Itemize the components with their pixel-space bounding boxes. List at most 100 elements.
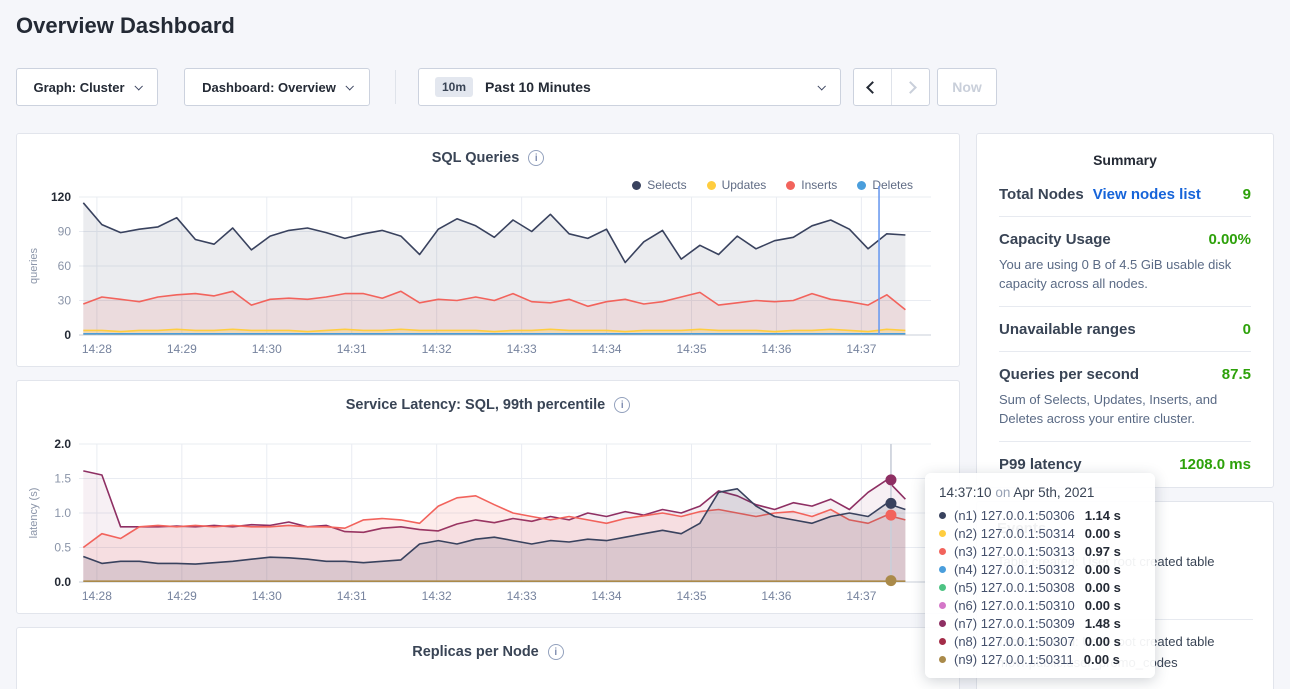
node-latency-value: 0.00 s (1085, 634, 1121, 649)
node-address: (n2) 127.0.0.1:50314 (954, 526, 1075, 541)
tooltip-node-row: (n5) 127.0.0.1:50308 0.00 s (939, 578, 1141, 596)
time-range-dropdown[interactable]: 10m Past 10 Minutes (418, 68, 841, 106)
time-range-badge: 10m (435, 77, 473, 97)
info-icon[interactable]: i (528, 150, 544, 166)
qps-label: Queries per second (999, 366, 1139, 383)
tooltip-conjunction: on (995, 485, 1010, 500)
svg-text:14:29: 14:29 (167, 342, 197, 356)
time-prev-button[interactable] (854, 69, 891, 105)
node-latency-value: 0.00 s (1085, 580, 1121, 595)
svg-text:30: 30 (58, 294, 72, 308)
svg-text:90: 90 (58, 225, 72, 239)
node-latency-value: 1.48 s (1085, 616, 1121, 631)
svg-text:latency (s): latency (s) (28, 488, 40, 539)
graph-scope-dropdown[interactable]: Graph: Cluster (16, 68, 158, 106)
view-nodes-list-link[interactable]: View nodes list (1093, 186, 1201, 203)
svg-text:14:31: 14:31 (337, 589, 367, 603)
tooltip-node-row: (n7) 127.0.0.1:50309 1.48 s (939, 614, 1141, 632)
chart-title: SQL Queries (432, 150, 520, 166)
time-step-buttons (853, 68, 930, 106)
svg-text:14:30: 14:30 (252, 342, 282, 356)
tooltip-date: Apr 5th, 2021 (1013, 485, 1094, 500)
chevron-left-icon (866, 81, 879, 94)
node-latency-value: 0.00 s (1085, 526, 1121, 541)
summary-total-nodes-section: Total Nodes View nodes list 9 (999, 172, 1251, 216)
graph-scope-label: Graph: Cluster (33, 80, 124, 95)
node-latency-value: 1.14 s (1085, 508, 1121, 523)
svg-text:0: 0 (64, 328, 71, 342)
node-address: (n3) 127.0.0.1:50313 (954, 544, 1075, 559)
svg-text:queries: queries (28, 247, 40, 284)
tooltip-time: 14:37:10 (939, 485, 992, 500)
capacity-usage-value: 0.00% (1208, 231, 1251, 248)
tooltip-node-row: (n6) 127.0.0.1:50310 0.00 s (939, 596, 1141, 614)
svg-text:120: 120 (51, 190, 71, 204)
svg-text:1.0: 1.0 (54, 506, 71, 520)
node-address: (n4) 127.0.0.1:50312 (954, 562, 1075, 577)
p99-latency-label: P99 latency (999, 456, 1082, 473)
svg-text:0.0: 0.0 (54, 575, 71, 589)
node-color-dot-icon (939, 548, 946, 555)
dashboard-dropdown[interactable]: Dashboard: Overview (184, 68, 370, 106)
chevron-down-icon (817, 82, 825, 90)
svg-text:14:28: 14:28 (82, 589, 112, 603)
node-address: (n9) 127.0.0.1:50311 (954, 652, 1074, 667)
tooltip-rows: (n1) 127.0.0.1:50306 1.14 s (n2) 127.0.0… (939, 506, 1141, 668)
info-icon[interactable]: i (548, 644, 564, 660)
svg-text:14:33: 14:33 (507, 589, 537, 603)
qps-description: Sum of Selects, Updates, Inserts, and De… (999, 390, 1251, 428)
chevron-right-icon (904, 81, 917, 94)
node-latency-value: 0.00 s (1085, 598, 1121, 613)
svg-text:14:30: 14:30 (252, 589, 282, 603)
svg-text:14:32: 14:32 (422, 589, 452, 603)
chart-hover-tooltip: 14:37:10 on Apr 5th, 2021 (n1) 127.0.0.1… (925, 473, 1155, 678)
tooltip-timestamp: 14:37:10 on Apr 5th, 2021 (939, 485, 1141, 500)
node-color-dot-icon (939, 638, 946, 645)
summary-qps-section: Queries per second 87.5 Sum of Selects, … (999, 351, 1251, 441)
sql-queries-panel: SQL Queries i Selects Updates Inserts (16, 133, 960, 367)
chart-title: Service Latency: SQL, 99th percentile (346, 397, 606, 413)
node-color-dot-icon (939, 566, 946, 573)
tooltip-node-row: (n8) 127.0.0.1:50307 0.00 s (939, 632, 1141, 650)
svg-text:14:31: 14:31 (337, 342, 367, 356)
svg-text:0.5: 0.5 (54, 541, 71, 555)
node-color-dot-icon (939, 584, 946, 591)
svg-text:14:36: 14:36 (761, 589, 791, 603)
node-address: (n1) 127.0.0.1:50306 (954, 508, 1075, 523)
chevron-down-icon (345, 82, 353, 90)
node-color-dot-icon (939, 620, 946, 627)
chart-title: Replicas per Node (412, 644, 539, 660)
node-latency-value: 0.00 s (1084, 652, 1120, 667)
svg-text:14:35: 14:35 (676, 589, 706, 603)
chevron-down-icon (134, 82, 142, 90)
chart-title-row: Service Latency: SQL, 99th percentile i (17, 397, 959, 413)
p99-latency-value: 1208.0 ms (1179, 456, 1251, 473)
node-address: (n6) 127.0.0.1:50310 (954, 598, 1075, 613)
svg-text:14:32: 14:32 (422, 342, 452, 356)
svg-text:14:33: 14:33 (507, 342, 537, 356)
service-latency-chart[interactable]: 14:2814:2914:3014:3114:3214:3314:3414:35… (17, 431, 961, 611)
total-nodes-label: Total Nodes (999, 186, 1084, 203)
summary-title: Summary (999, 152, 1251, 168)
replicas-per-node-panel: Replicas per Node i (16, 627, 960, 689)
svg-text:14:37: 14:37 (846, 589, 876, 603)
svg-text:14:28: 14:28 (82, 342, 112, 356)
svg-text:14:35: 14:35 (676, 342, 706, 356)
info-icon[interactable]: i (614, 397, 630, 413)
tooltip-node-row: (n9) 127.0.0.1:50311 0.00 s (939, 650, 1141, 668)
summary-unavailable-ranges-section: Unavailable ranges 0 (999, 306, 1251, 351)
svg-text:2.0: 2.0 (54, 437, 71, 451)
node-latency-value: 0.97 s (1085, 544, 1121, 559)
svg-text:14:34: 14:34 (592, 589, 622, 603)
summary-capacity-section: Capacity Usage 0.00% You are using 0 B o… (999, 216, 1251, 306)
node-address: (n5) 127.0.0.1:50308 (954, 580, 1075, 595)
summary-panel: Summary Total Nodes View nodes list 9 Ca… (976, 133, 1274, 488)
page-title: Overview Dashboard (16, 13, 235, 39)
sql-queries-chart[interactable]: 14:2814:2914:3014:3114:3214:3314:3414:35… (17, 184, 961, 364)
tooltip-node-row: (n1) 127.0.0.1:50306 1.14 s (939, 506, 1141, 524)
time-next-button[interactable] (891, 69, 929, 105)
chart-title-row: Replicas per Node i (17, 644, 959, 660)
overview-dashboard-page: Overview Dashboard Graph: Cluster Dashbo… (0, 0, 1290, 689)
chart-title-row: SQL Queries i (17, 150, 959, 166)
now-button[interactable]: Now (937, 68, 997, 106)
